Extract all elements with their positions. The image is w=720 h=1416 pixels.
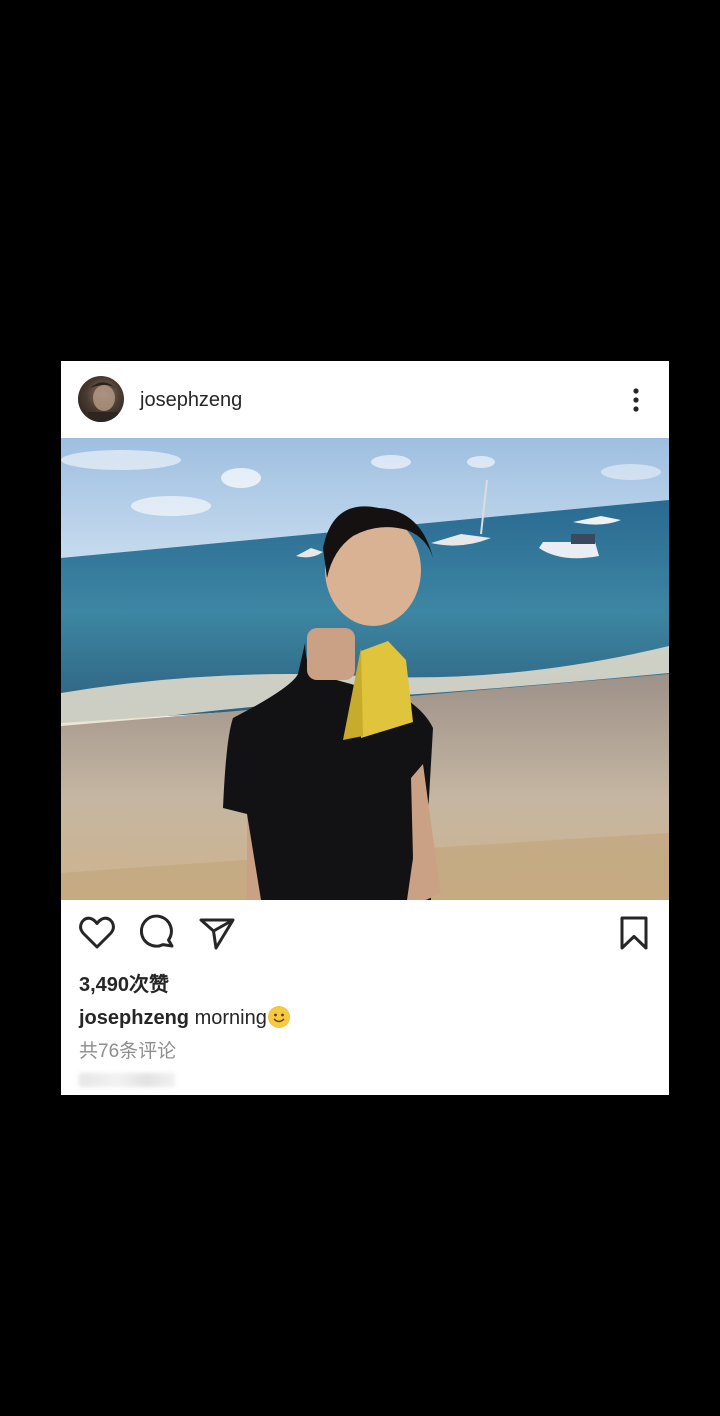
view-comments-link[interactable]: 共76条评论 [79,1040,176,1064]
comment-bubble-icon[interactable] [137,913,177,953]
smiling-face-emoji [267,1006,290,1028]
more-vertical-icon[interactable] [626,385,646,415]
post-caption: josephzeng morning [79,1006,290,1030]
caption-text: morning [194,1007,267,1029]
heart-icon[interactable] [77,913,117,953]
avatar[interactable] [78,376,124,422]
post-header: josephzeng [61,361,669,438]
bookmark-icon[interactable] [614,913,654,953]
post-username[interactable]: josephzeng [140,388,242,412]
post-photo[interactable] [61,438,669,900]
paper-plane-icon[interactable] [197,913,237,953]
likes-count[interactable]: 3,490次赞 [79,973,169,997]
post-actions [61,913,669,957]
post-timestamp-blurred [79,1073,175,1087]
instagram-post: josephzeng 3,490次赞 josephzeng morning 共7… [61,361,669,1095]
caption-username[interactable]: josephzeng [79,1007,189,1029]
